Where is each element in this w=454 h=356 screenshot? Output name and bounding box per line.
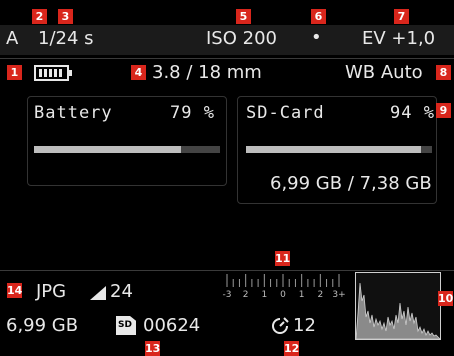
sdcard-label: SD-Card [246, 103, 325, 123]
exposure-mode: A [6, 28, 19, 49]
shot-counter: 00624 [143, 315, 201, 336]
scale-label: 2 [242, 290, 249, 300]
callout-9: 9 [436, 103, 451, 118]
image-quality-icon [90, 286, 106, 300]
quality-count: 24 [110, 281, 133, 302]
self-timer-icon [272, 317, 289, 334]
callout-5: 5 [236, 9, 251, 24]
sd-icon-label: SD [118, 320, 132, 330]
sdcard-percent: 94 % [390, 103, 435, 123]
sdcard-capacity: 6,99 GB / 7,38 GB [270, 173, 432, 194]
free-space: 6,99 GB [6, 315, 79, 336]
callout-12: 12 [284, 341, 300, 356]
scale-label: -3 [222, 290, 232, 300]
battery-icon [34, 65, 72, 81]
battery-label: Battery [34, 103, 113, 123]
scale-label: 3+ [332, 290, 346, 300]
exposure-scale-labels: -3 2 1 0 1 2 3+ [222, 290, 346, 304]
callout-1: 1 [7, 65, 22, 80]
callout-6: 6 [311, 9, 326, 24]
camera-display: A 1/24 s ISO 200 • EV +1,0 3.8 / 18 mm W… [0, 0, 454, 356]
status-dot: • [311, 27, 322, 48]
callout-11: 11 [275, 251, 291, 266]
sd-card-icon: SD [116, 316, 136, 335]
callout-10: 10 [438, 291, 454, 306]
battery-panel: Battery 79 % [27, 96, 227, 186]
white-balance: WB Auto [345, 62, 423, 83]
scale-label: 1 [298, 290, 305, 300]
scale-label: 2 [317, 290, 324, 300]
battery-percent: 79 % [170, 103, 215, 123]
histogram [355, 272, 441, 340]
callout-7: 7 [394, 9, 409, 24]
histogram-graph [355, 282, 441, 340]
sdcard-panel: SD-Card 94 % 6,99 GB / 7,38 GB [237, 96, 437, 204]
shutter-speed: 1/24 s [38, 28, 94, 49]
divider [0, 58, 454, 59]
sdcard-level-fill [246, 146, 421, 153]
callout-13: 13 [145, 341, 161, 356]
battery-level-fill [34, 146, 181, 153]
scale-label: 1 [261, 290, 268, 300]
battery-level-bar [34, 146, 220, 153]
callout-4: 4 [131, 65, 146, 80]
scale-label: 0 [280, 290, 286, 300]
ev-compensation: EV +1,0 [362, 28, 436, 49]
self-timer-value: 12 [293, 315, 316, 336]
callout-14: 14 [7, 283, 23, 298]
exposure-scale [226, 274, 340, 287]
file-format: JPG [36, 281, 67, 302]
callout-8: 8 [436, 65, 451, 80]
callout-2: 2 [32, 9, 47, 24]
callout-3: 3 [58, 9, 73, 24]
sdcard-level-bar [246, 146, 432, 153]
iso-value: ISO 200 [206, 28, 277, 49]
focal-length: 3.8 / 18 mm [152, 62, 262, 83]
